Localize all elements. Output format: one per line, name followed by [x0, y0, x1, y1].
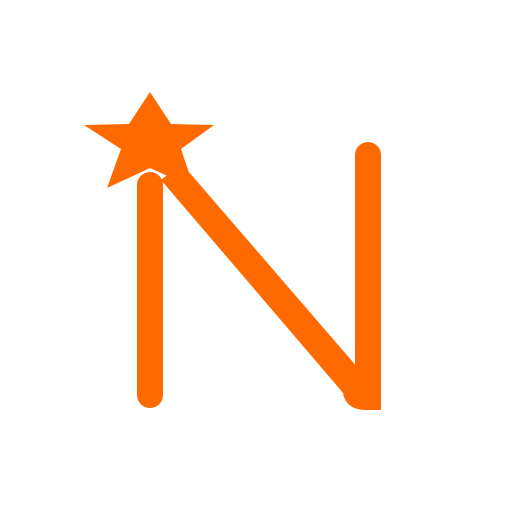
letter-n-mark — [137, 142, 381, 410]
right-stem — [355, 142, 381, 408]
left-stem — [137, 172, 163, 408]
star-n-logo-icon — [84, 92, 381, 410]
logo-canvas — [0, 0, 512, 512]
diagonal-stroke — [161, 164, 377, 408]
